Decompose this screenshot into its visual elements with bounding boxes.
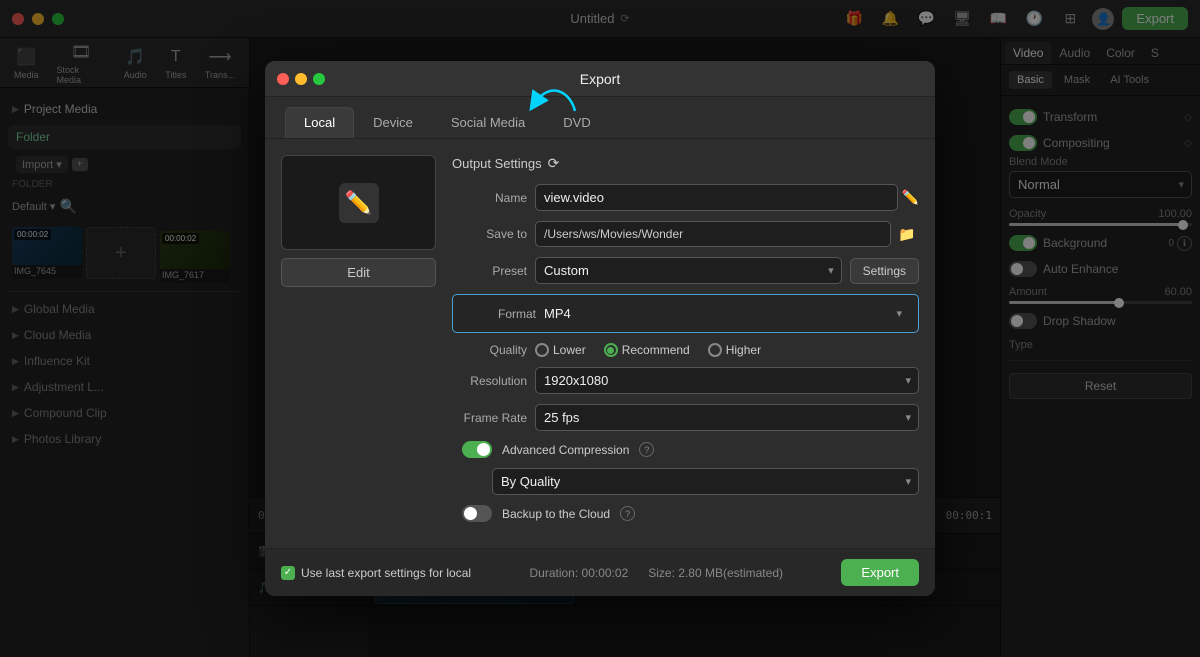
- settings-section: Output Settings ⟳ Name ✏️ Save to /Users…: [452, 155, 919, 532]
- modal-minimize-dot[interactable]: [295, 73, 307, 85]
- quality-row: Quality Lower Recommend Higher: [452, 343, 919, 357]
- modal-traffic-lights: [277, 73, 325, 85]
- settings-button[interactable]: Settings: [850, 258, 919, 284]
- save-to-value: /Users/ws/Movies/Wonder: [535, 221, 891, 247]
- save-to-row: Save to /Users/ws/Movies/Wonder 📁: [452, 221, 919, 247]
- export-settings-label: Use last export settings for local: [301, 566, 471, 580]
- backup-cloud-info[interactable]: ?: [620, 506, 635, 521]
- radio-recommend[interactable]: [604, 343, 618, 357]
- output-settings-label: Output Settings: [452, 156, 542, 171]
- name-input[interactable]: [535, 184, 898, 211]
- advanced-compression-row: Advanced Compression ?: [452, 441, 919, 458]
- export-final-button[interactable]: Export: [841, 559, 919, 586]
- resolution-select-wrapper: 1920x1080: [535, 367, 919, 394]
- name-input-row: ✏️: [535, 184, 919, 211]
- compression-quality-row: By Quality: [492, 468, 919, 495]
- quality-lower-label: Lower: [553, 343, 586, 357]
- footer-info: Duration: 00:00:02 Size: 2.80 MB(estimat…: [481, 566, 831, 580]
- quality-label: Quality: [452, 343, 527, 357]
- size-label: Size:: [648, 566, 675, 580]
- advanced-compression-info[interactable]: ?: [639, 442, 654, 457]
- modal-tab-device[interactable]: Device: [354, 107, 432, 138]
- preset-label: Preset: [452, 264, 527, 278]
- save-to-input-row: /Users/ws/Movies/Wonder 📁: [535, 221, 919, 247]
- export-modal: Export Local Device Social Media DVD: [265, 61, 935, 596]
- advanced-compression-toggle[interactable]: [462, 441, 492, 458]
- edit-button[interactable]: Edit: [281, 258, 436, 287]
- backup-cloud-label: Backup to the Cloud: [502, 507, 610, 521]
- preview-section: ✏️ Edit: [281, 155, 436, 532]
- modal-title: Export: [580, 71, 620, 87]
- compression-quality-select[interactable]: By Quality: [492, 468, 919, 495]
- format-select[interactable]: MP4: [536, 301, 910, 326]
- radio-lower[interactable]: [535, 343, 549, 357]
- format-label: Format: [461, 307, 536, 321]
- format-select-wrapper: MP4: [536, 301, 910, 326]
- format-row: Format MP4: [452, 294, 919, 333]
- compression-select-wrapper: By Quality: [492, 468, 919, 495]
- frame-rate-select-wrapper: 25 fps: [535, 404, 919, 431]
- frame-rate-select[interactable]: 25 fps: [535, 404, 919, 431]
- modal-footer: ✓ Use last export settings for local Dur…: [265, 548, 935, 596]
- modal-tabs: Local Device Social Media DVD: [265, 97, 935, 139]
- duration-label: Duration:: [529, 566, 578, 580]
- advanced-compression-label: Advanced Compression: [502, 443, 629, 457]
- frame-rate-row: Frame Rate 25 fps: [452, 404, 919, 431]
- duration-value: 00:00:02: [582, 566, 629, 580]
- preset-select[interactable]: Custom: [535, 257, 842, 284]
- quality-higher-label: Higher: [726, 343, 761, 357]
- name-edit-btn[interactable]: ✏️: [902, 189, 919, 206]
- modal-overlay: Export Local Device Social Media DVD: [0, 0, 1200, 657]
- output-settings-header: Output Settings ⟳: [452, 155, 919, 172]
- modal-tab-dvd[interactable]: DVD: [544, 107, 609, 138]
- checkbox-wrap: ✓ Use last export settings for local: [281, 566, 471, 580]
- preview-thumbnail: ✏️: [281, 155, 436, 250]
- quality-lower[interactable]: Lower: [535, 343, 586, 357]
- modal-body: ✏️ Edit Output Settings ⟳ Name ✏️: [265, 139, 935, 548]
- name-row: Name ✏️: [452, 184, 919, 211]
- preview-content: ✏️: [282, 156, 435, 249]
- preset-row: Preset Custom Settings: [452, 257, 919, 284]
- frame-rate-label: Frame Rate: [452, 411, 527, 425]
- modal-close-dot[interactable]: [277, 73, 289, 85]
- preview-icon: ✏️: [339, 183, 379, 223]
- output-settings-icon: ⟳: [548, 155, 560, 172]
- quality-recommend-label: Recommend: [622, 343, 690, 357]
- duration-info: Duration: 00:00:02: [529, 566, 628, 580]
- resolution-row: Resolution 1920x1080: [452, 367, 919, 394]
- radio-higher[interactable]: [708, 343, 722, 357]
- resolution-select[interactable]: 1920x1080: [535, 367, 919, 394]
- modal-tab-local[interactable]: Local: [285, 107, 354, 138]
- backup-cloud-toggle[interactable]: [462, 505, 492, 522]
- browse-folder-btn[interactable]: 📁: [895, 222, 919, 246]
- resolution-label: Resolution: [452, 374, 527, 388]
- size-info: Size: 2.80 MB(estimated): [648, 566, 783, 580]
- name-label: Name: [452, 191, 527, 205]
- preset-select-wrapper: Custom: [535, 257, 842, 284]
- size-value: 2.80 MB(estimated): [678, 566, 783, 580]
- backup-cloud-row: Backup to the Cloud ?: [452, 505, 919, 522]
- export-settings-checkbox[interactable]: ✓: [281, 566, 295, 580]
- quality-higher[interactable]: Higher: [708, 343, 761, 357]
- modal-tab-social[interactable]: Social Media: [432, 107, 544, 138]
- quality-recommend[interactable]: Recommend: [604, 343, 690, 357]
- modal-titlebar: Export: [265, 61, 935, 97]
- save-to-label: Save to: [452, 227, 527, 241]
- modal-fullscreen-dot[interactable]: [313, 73, 325, 85]
